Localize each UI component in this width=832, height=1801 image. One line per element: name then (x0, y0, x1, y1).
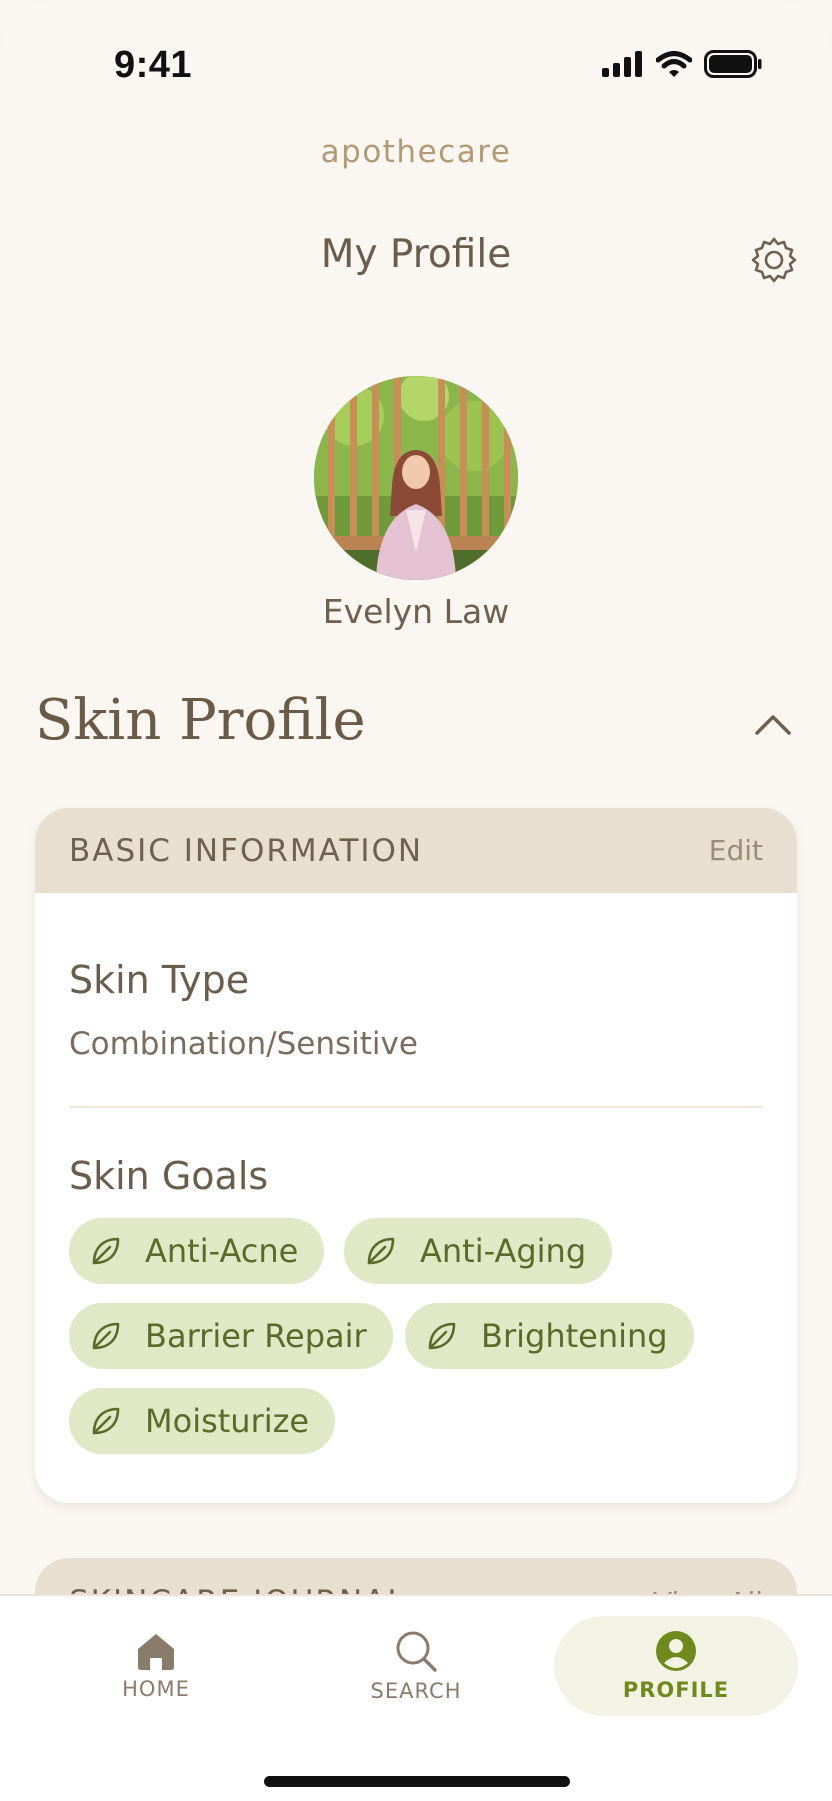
tab-label: HOME (122, 1677, 190, 1701)
chevron-up-icon[interactable] (754, 712, 792, 736)
leaf-icon (428, 1322, 456, 1350)
divider (69, 1106, 763, 1108)
skin-type-label: Skin Type (69, 958, 250, 1002)
app-screen: 9:41 apothecare My Profile Evelyn Law Sk… (0, 0, 832, 1801)
section-title-skin-profile: Skin Profile (35, 688, 366, 753)
avatar[interactable] (314, 376, 518, 580)
leaf-icon (367, 1237, 395, 1265)
tab-profile[interactable]: PROFILE (554, 1616, 798, 1716)
goal-chip[interactable]: Anti-Aging (344, 1218, 613, 1284)
goal-chip-label: Moisturize (145, 1402, 310, 1440)
skin-goals-label: Skin Goals (69, 1154, 269, 1198)
bottom-tab-bar: HOME SEARCH PROFILE (0, 1594, 832, 1801)
status-icons (602, 50, 762, 78)
goal-chip[interactable]: Anti-Acne (69, 1218, 325, 1284)
brand-logo-text: apothecare (320, 134, 512, 170)
card-header: BASIC INFORMATION Edit (35, 808, 797, 893)
goal-chip-label: Anti-Acne (145, 1232, 299, 1270)
edit-button[interactable]: Edit (709, 834, 763, 867)
battery-icon (704, 50, 762, 78)
profile-icon (656, 1631, 696, 1671)
goal-chip[interactable]: Barrier Repair (69, 1303, 393, 1369)
goal-chip-label: Barrier Repair (145, 1317, 367, 1355)
card-heading: BASIC INFORMATION (69, 832, 424, 869)
leaf-icon (92, 1322, 120, 1350)
goal-chip-label: Brightening (481, 1317, 668, 1355)
page-title: My Profile (320, 232, 512, 277)
search-icon (396, 1631, 437, 1672)
goal-chip[interactable]: Moisturize (69, 1388, 336, 1454)
user-name: Evelyn Law (322, 592, 510, 631)
wifi-icon (656, 51, 692, 77)
leaf-icon (92, 1237, 120, 1265)
cellular-signal-icon (602, 51, 642, 77)
goal-chip[interactable]: Brightening (405, 1303, 694, 1369)
leaf-icon (92, 1407, 120, 1435)
tab-search[interactable]: SEARCH (296, 1616, 536, 1716)
tab-home[interactable]: HOME (36, 1616, 276, 1716)
tab-label: SEARCH (370, 1679, 462, 1703)
status-time: 9:41 (114, 44, 193, 86)
gear-icon[interactable] (750, 236, 798, 284)
skin-type-value: Combination/Sensitive (69, 1026, 418, 1062)
goal-chip-label: Anti-Aging (420, 1232, 587, 1270)
basic-information-card: BASIC INFORMATION Edit Skin Type Combina… (35, 808, 797, 1503)
home-indicator[interactable] (264, 1776, 570, 1787)
home-icon (138, 1634, 174, 1670)
tab-label: PROFILE (622, 1678, 730, 1702)
